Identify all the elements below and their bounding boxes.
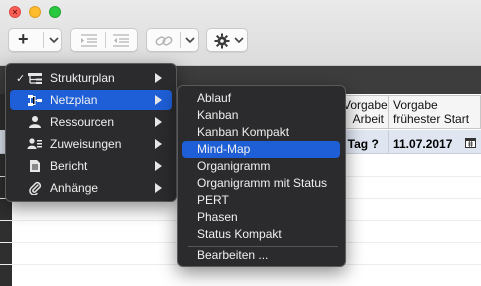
menu-item-bericht[interactable]: Bericht <box>10 156 172 176</box>
maximize-window-button[interactable] <box>49 6 61 18</box>
menu-item-label: Strukturplan <box>50 71 115 85</box>
menu-item-strukturplan[interactable]: ✓ Strukturplan <box>10 68 172 88</box>
segment-divider <box>180 32 181 48</box>
menu-item-zuweisungen[interactable]: Zuweisungen <box>10 134 172 154</box>
start-date-cell[interactable]: 11.07.2017 <box>393 137 452 151</box>
calendar-icon[interactable] <box>465 137 476 148</box>
report-icon <box>27 159 43 173</box>
submenu-item-pert[interactable]: PERT <box>182 192 340 209</box>
submenu-item-status-kompakt[interactable]: Status Kompakt <box>182 226 340 243</box>
chevron-down-icon[interactable] <box>185 37 195 44</box>
close-window-button[interactable]: × <box>9 6 21 18</box>
netzplan-submenu: Ablauf Kanban Kanban Kompakt Mind-Map Or… <box>177 85 346 267</box>
indent-button-group <box>70 28 138 52</box>
submenu-item-ablauf[interactable]: Ablauf <box>182 90 340 107</box>
cell-divider <box>388 130 389 154</box>
person-icon <box>27 115 43 129</box>
submenu-item-kanban-kompakt[interactable]: Kanban Kompakt <box>182 124 340 141</box>
submenu-item-kanban[interactable]: Kanban <box>182 107 340 124</box>
submenu-item-mind-map[interactable]: Mind-Map <box>182 141 340 158</box>
submenu-arrow-icon <box>155 117 162 127</box>
close-icon: × <box>12 7 18 17</box>
submenu-arrow-icon <box>155 161 162 171</box>
work-cell[interactable]: l Tag ? <box>341 137 379 151</box>
submenu-item-organigramm-mit-status[interactable]: Organigramm mit Status <box>182 175 340 192</box>
checkmark-icon: ✓ <box>16 72 26 85</box>
chevron-down-icon[interactable] <box>49 37 59 44</box>
menu-item-ressourcen[interactable]: Ressourcen <box>10 112 172 132</box>
column-header-line: frühester Start <box>393 112 470 126</box>
menu-item-label: Netzplan <box>50 93 98 107</box>
link-icon[interactable] <box>155 34 173 48</box>
submenu-arrow-icon <box>155 95 162 105</box>
submenu-item-bearbeiten[interactable]: Bearbeiten ... <box>182 247 340 264</box>
gear-icon <box>214 33 230 49</box>
minimize-window-button[interactable] <box>29 6 41 18</box>
menu-item-anhaenge[interactable]: Anhänge <box>10 178 172 198</box>
settings-button[interactable] <box>206 28 248 52</box>
menu-item-label: Bericht <box>50 159 88 173</box>
column-header-line: Vorgabe <box>393 98 438 112</box>
add-button-group: + <box>8 28 62 52</box>
submenu-item-organigramm[interactable]: Organigramm <box>182 158 340 175</box>
view-menu: ✓ Strukturplan Netzplan Ressourcen Zuwei… <box>5 63 177 202</box>
column-header-line: Arbeit <box>352 112 384 126</box>
menu-item-label: Ressourcen <box>50 115 115 129</box>
segment-divider <box>43 32 44 48</box>
menu-item-netzplan[interactable]: Netzplan <box>10 90 172 110</box>
submenu-item-phasen[interactable]: Phasen <box>182 209 340 226</box>
paperclip-icon <box>27 181 43 195</box>
indent-icon[interactable] <box>80 34 98 47</box>
chevron-down-icon <box>234 37 244 44</box>
menu-item-label: Zuweisungen <box>50 137 122 151</box>
menu-item-label: Anhänge <box>50 181 99 195</box>
column-header-start[interactable]: Vorgabe frühester Start <box>388 95 481 129</box>
segment-divider <box>105 32 106 48</box>
assignment-icon <box>27 137 43 151</box>
network-icon <box>27 93 43 107</box>
add-button[interactable]: + <box>18 29 29 50</box>
outdent-icon[interactable] <box>112 34 130 47</box>
submenu-arrow-icon <box>155 139 162 149</box>
submenu-arrow-icon <box>155 183 162 193</box>
structure-icon <box>27 71 43 85</box>
submenu-arrow-icon <box>155 73 162 83</box>
column-header-line: Vorgabe <box>343 98 388 112</box>
link-button-group <box>146 28 199 52</box>
